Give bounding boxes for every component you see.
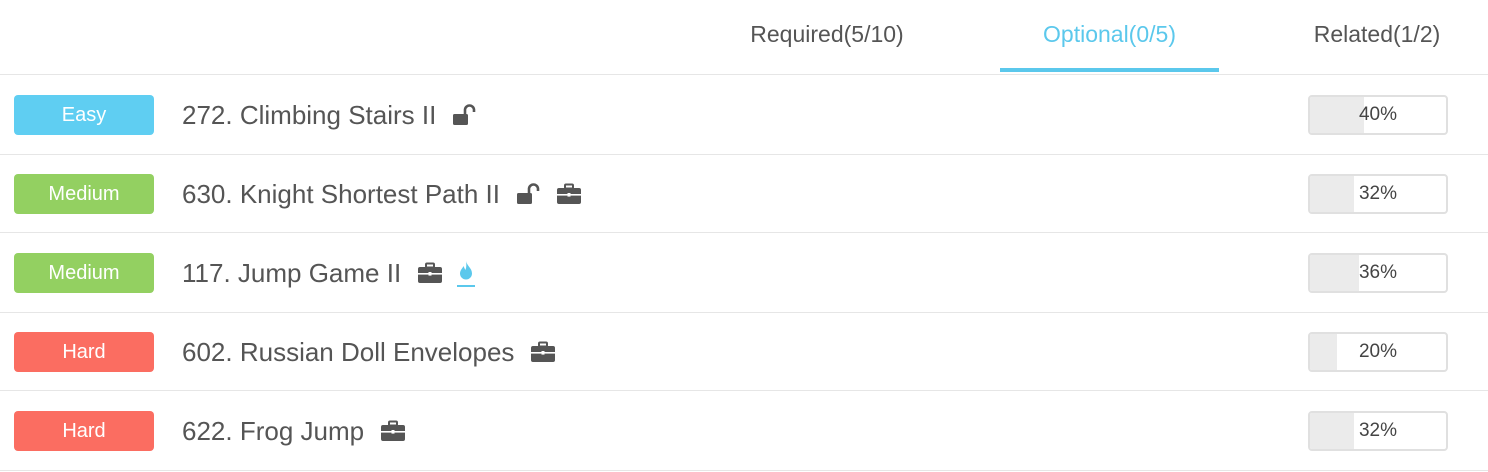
difficulty-badge: Medium [14,253,154,293]
briefcase-icon [530,338,556,366]
problem-row[interactable]: Easy 272. Climbing Stairs II 40% [0,76,1488,155]
acceptance-progress-bar: 32% [1308,174,1448,214]
tab-required[interactable]: Required(5/10) [720,0,934,75]
problem-title-group: 630. Knight Shortest Path II [182,174,582,214]
difficulty-badge: Easy [14,95,154,135]
tab-bar: Required(5/10) Optional(0/5) Related(1/2… [0,0,1488,75]
problem-title-link[interactable]: 117. Jump Game II [182,258,401,289]
difficulty-badge: Hard [14,411,154,451]
acceptance-progress-bar: 32% [1308,411,1448,451]
problem-title-link[interactable]: 272. Climbing Stairs II [182,100,436,131]
briefcase-icon [380,417,406,445]
briefcase-icon [556,180,582,208]
progress-label: 40% [1358,104,1398,125]
problem-row[interactable]: Medium 630. Knight Shortest Path II 32% [0,156,1488,233]
problem-title-link[interactable]: 602. Russian Doll Envelopes [182,337,514,368]
progress-label: 32% [1358,420,1398,441]
problem-title-group: 622. Frog Jump [182,411,406,451]
problem-title-link[interactable]: 630. Knight Shortest Path II [182,179,500,210]
acceptance-progress-bar: 36% [1308,253,1448,293]
progress-label: 20% [1358,341,1398,362]
difficulty-badge: Medium [14,174,154,214]
tab-optional[interactable]: Optional(0/5) [1000,0,1219,75]
problem-title-group: 117. Jump Game II [182,253,476,293]
unlock-icon [516,180,542,208]
progress-label: 32% [1358,183,1398,204]
fire-icon[interactable] [457,259,476,287]
briefcase-icon [417,259,443,287]
acceptance-progress-bar: 40% [1308,95,1448,135]
problem-title-link[interactable]: 622. Frog Jump [182,416,364,447]
problem-title-group: 272. Climbing Stairs II [182,95,478,135]
problem-row[interactable]: Hard 622. Frog Jump 32% [0,392,1488,471]
acceptance-progress-bar: 20% [1308,332,1448,372]
tab-related[interactable]: Related(1/2) [1286,0,1468,75]
progress-label: 36% [1358,262,1398,283]
difficulty-badge: Hard [14,332,154,372]
problem-row[interactable]: Hard 602. Russian Doll Envelopes 20% [0,314,1488,391]
problem-row[interactable]: Medium 117. Jump Game II 36% [0,234,1488,313]
problem-title-group: 602. Russian Doll Envelopes [182,332,556,372]
unlock-icon [452,101,478,129]
